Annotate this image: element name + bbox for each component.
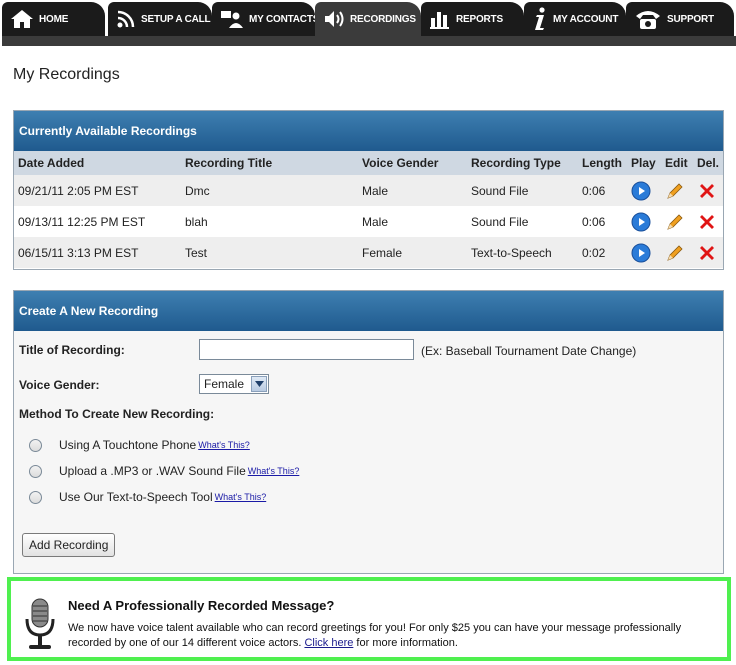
edit-pencil-icon[interactable] [665, 243, 685, 263]
tab-my-account[interactable]: MY ACCOUNT [524, 2, 626, 36]
method-option-label: Upload a .MP3 or .WAV Sound File [59, 464, 246, 478]
create-recording-heading: Create A New Recording [14, 291, 723, 331]
method-option-tts: Use Our Text-to-Speech Tool What's This? [29, 490, 266, 504]
col-edit: Edit [661, 151, 693, 175]
col-play: Play [627, 151, 661, 175]
delete-x-icon[interactable] [697, 212, 717, 232]
cell-length: 0:06 [582, 214, 606, 229]
table-row: 09/13/11 12:25 PM EST blah Male Sound Fi… [14, 206, 723, 237]
method-label: Method To Create New Recording: [19, 407, 215, 421]
cell-title: Dmc [181, 175, 358, 206]
col-length: Length [578, 151, 627, 175]
speaker-icon [323, 9, 345, 29]
tab-setup-a-call[interactable]: SETUP A CALL [108, 2, 212, 36]
tab-reports[interactable]: REPORTS [421, 2, 524, 36]
play-icon[interactable] [631, 212, 651, 232]
voice-gender-value: Female [204, 377, 245, 391]
cell-title: Test [181, 237, 358, 268]
cell-type: Text-to-Speech [467, 237, 578, 268]
add-recording-button[interactable]: Add Recording [22, 533, 116, 557]
cell-date: 06/15/11 3:13 PM EST [14, 237, 181, 268]
cell-title: blah [185, 214, 208, 229]
whats-this-link[interactable]: What's This? [215, 492, 267, 502]
col-recording-type: Recording Type [467, 151, 578, 175]
col-date-added: Date Added [14, 151, 181, 175]
method-option-label: Using A Touchtone Phone [59, 438, 197, 452]
page-title: My Recordings [13, 66, 120, 83]
tab-my-contacts[interactable]: MY CONTACTS [212, 2, 319, 36]
col-voice-gender: Voice Gender [358, 151, 467, 175]
cell-type: Sound File [467, 175, 578, 206]
table-row: 06/15/11 3:13 PM EST Test Female Text-to… [14, 237, 723, 268]
method-option-upload: Upload a .MP3 or .WAV Sound File What's … [29, 464, 299, 478]
whats-this-link[interactable]: What's This? [198, 440, 250, 450]
delete-x-icon[interactable] [697, 243, 717, 263]
cell-length: 0:02 [578, 237, 627, 268]
cell-date: 09/21/11 2:05 PM EST [14, 175, 181, 206]
available-recordings-panel: Currently Available Recordings Date Adde… [13, 110, 724, 270]
voice-gender-select[interactable]: Female [199, 374, 269, 394]
whats-this-link[interactable]: What's This? [248, 466, 300, 476]
contacts-icon [220, 9, 244, 29]
delete-x-icon[interactable] [697, 181, 717, 201]
edit-pencil-icon[interactable] [665, 181, 685, 201]
table-header-row: Date Added Recording Title Voice Gender … [14, 151, 723, 175]
method-option-label: Use Our Text-to-Speech Tool [59, 490, 213, 504]
cell-length: 0:06 [578, 175, 627, 206]
create-recording-panel: Create A New Recording Title of Recordin… [13, 290, 724, 574]
edit-pencil-icon[interactable] [665, 212, 685, 232]
click-here-link[interactable]: Click here [304, 637, 353, 649]
bar-chart-icon [429, 9, 451, 29]
recordings-table: Date Added Recording Title Voice Gender … [14, 151, 723, 268]
signal-icon [116, 9, 136, 29]
method-option-touchtone: Using A Touchtone Phone What's This? [29, 438, 250, 452]
microphone-icon [23, 597, 57, 654]
title-of-recording-label: Title of Recording: [19, 343, 125, 357]
home-icon [10, 9, 34, 29]
tts-radio[interactable] [29, 490, 42, 504]
top-navigation: HOME SETUP A CALL MY CONTACTS RECORDINGS… [0, 0, 736, 46]
cell-type: Sound File [471, 214, 529, 229]
tab-home[interactable]: HOME [2, 2, 105, 36]
title-of-recording-input[interactable] [199, 339, 414, 360]
available-recordings-heading: Currently Available Recordings [14, 111, 723, 151]
phone-icon [634, 8, 662, 30]
promo-text: We now have voice talent available who c… [68, 622, 682, 649]
cell-gender: Female [358, 237, 467, 268]
title-hint: (Ex: Baseball Tournament Date Change) [421, 344, 637, 358]
info-icon [532, 7, 548, 31]
touchtone-radio[interactable] [29, 438, 42, 452]
professional-recording-promo: Need A Professionally Recorded Message? … [7, 577, 731, 661]
cell-gender: Male [362, 214, 389, 229]
table-row: 09/21/11 2:05 PM EST Dmc Male Sound File… [14, 175, 723, 206]
tab-support[interactable]: SUPPORT [626, 2, 734, 36]
play-icon[interactable] [631, 181, 651, 201]
col-delete: Del. [693, 151, 723, 175]
play-icon[interactable] [631, 243, 651, 263]
voice-gender-label: Voice Gender: [19, 378, 100, 392]
promo-heading: Need A Professionally Recorded Message? [68, 598, 335, 613]
cell-date: 09/13/11 12:25 PM EST [18, 214, 146, 229]
tab-recordings[interactable]: RECORDINGS [315, 2, 421, 36]
chevron-down-icon [251, 376, 267, 392]
cell-gender: Male [358, 175, 467, 206]
nav-underline [2, 36, 736, 46]
upload-radio[interactable] [29, 464, 42, 478]
col-recording-title: Recording Title [181, 151, 358, 175]
